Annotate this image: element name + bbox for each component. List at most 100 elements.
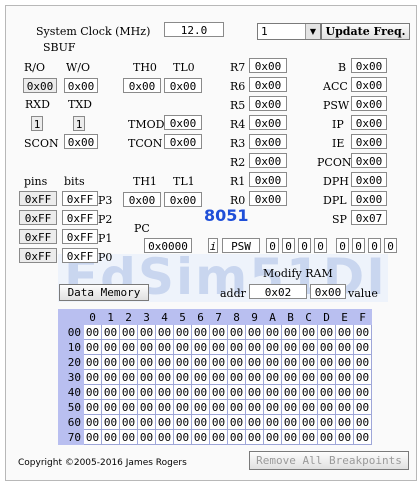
- sfr-input-pcon[interactable]: 0x00: [351, 153, 387, 168]
- memory-cell[interactable]: 00: [119, 429, 138, 445]
- memory-cell[interactable]: 00: [227, 399, 246, 415]
- memory-cell[interactable]: 00: [101, 429, 120, 445]
- memory-cell[interactable]: 00: [155, 324, 174, 340]
- memory-cell[interactable]: 00: [281, 354, 300, 370]
- memory-cell[interactable]: 00: [227, 339, 246, 355]
- psw-bit-2[interactable]: 0: [352, 238, 365, 253]
- memory-cell[interactable]: 00: [191, 414, 210, 430]
- memory-cell[interactable]: 00: [173, 369, 192, 385]
- memory-cell[interactable]: 00: [137, 384, 156, 400]
- memory-cell[interactable]: 00: [317, 429, 336, 445]
- memory-cell[interactable]: 00: [155, 429, 174, 445]
- reg-input-r6[interactable]: 0x00: [249, 77, 287, 92]
- memory-cell[interactable]: 00: [245, 399, 264, 415]
- scon-input[interactable]: 0x00: [64, 134, 98, 149]
- port-p1-bits[interactable]: 0xFF: [62, 229, 98, 244]
- memory-cell[interactable]: 00: [101, 339, 120, 355]
- memory-cell[interactable]: 00: [155, 339, 174, 355]
- memory-cell[interactable]: 00: [119, 384, 138, 400]
- memory-cell[interactable]: 00: [83, 414, 102, 430]
- memory-cell[interactable]: 00: [335, 429, 354, 445]
- memory-cell[interactable]: 00: [353, 354, 372, 370]
- ram-value-input[interactable]: 0x00: [310, 284, 346, 299]
- sfr-input-acc[interactable]: 0x00: [351, 77, 387, 92]
- tl1-input[interactable]: 0x00: [164, 192, 202, 207]
- memory-cell[interactable]: 00: [83, 369, 102, 385]
- sfr-input-b[interactable]: 0x00: [351, 58, 387, 73]
- memory-cell[interactable]: 00: [281, 414, 300, 430]
- sfr-input-ip[interactable]: 0x00: [351, 115, 387, 130]
- memory-cell[interactable]: 00: [299, 324, 318, 340]
- memory-cell[interactable]: 00: [101, 369, 120, 385]
- memory-cell[interactable]: 00: [209, 324, 228, 340]
- memory-cell[interactable]: 00: [245, 324, 264, 340]
- memory-cell[interactable]: 00: [209, 339, 228, 355]
- memory-cell[interactable]: 00: [245, 384, 264, 400]
- memory-cell[interactable]: 00: [173, 429, 192, 445]
- memory-cell[interactable]: 00: [191, 384, 210, 400]
- memory-cell[interactable]: 00: [299, 354, 318, 370]
- memory-cell[interactable]: 00: [83, 354, 102, 370]
- memory-cell[interactable]: 00: [245, 429, 264, 445]
- memory-cell[interactable]: 00: [227, 429, 246, 445]
- reg-input-r3[interactable]: 0x00: [249, 134, 287, 149]
- memory-cell[interactable]: 00: [245, 369, 264, 385]
- psw-bit-4[interactable]: 0: [314, 238, 327, 253]
- memory-cell[interactable]: 00: [353, 414, 372, 430]
- tcon-input[interactable]: 0x00: [164, 134, 202, 149]
- memory-cell[interactable]: 00: [317, 354, 336, 370]
- memory-cell[interactable]: 00: [173, 339, 192, 355]
- memory-cell[interactable]: 00: [209, 384, 228, 400]
- memory-cell[interactable]: 00: [299, 339, 318, 355]
- sfr-input-sp[interactable]: 0x07: [351, 210, 387, 225]
- memory-cell[interactable]: 00: [263, 399, 282, 415]
- memory-cell[interactable]: 00: [263, 429, 282, 445]
- reg-input-r4[interactable]: 0x00: [249, 115, 287, 130]
- memory-cell[interactable]: 00: [101, 354, 120, 370]
- memory-cell[interactable]: 00: [353, 384, 372, 400]
- memory-cell[interactable]: 00: [137, 429, 156, 445]
- memory-cell[interactable]: 00: [155, 369, 174, 385]
- memory-cell[interactable]: 00: [83, 324, 102, 340]
- sbuf-wo-input[interactable]: 0x00: [64, 78, 98, 93]
- memory-cell[interactable]: 00: [191, 354, 210, 370]
- memory-cell[interactable]: 00: [335, 339, 354, 355]
- update-freq-select[interactable]: 1 ▼: [257, 23, 321, 40]
- port-p3-bits[interactable]: 0xFF: [62, 191, 98, 206]
- memory-cell[interactable]: 00: [299, 384, 318, 400]
- memory-cell[interactable]: 00: [173, 384, 192, 400]
- psw-bit-6[interactable]: 0: [282, 238, 295, 253]
- th1-input[interactable]: 0x00: [123, 192, 161, 207]
- port-p0-bits[interactable]: 0xFF: [62, 248, 98, 263]
- memory-cell[interactable]: 00: [227, 324, 246, 340]
- memory-cell[interactable]: 00: [299, 414, 318, 430]
- memory-cell[interactable]: 00: [137, 324, 156, 340]
- reg-input-r1[interactable]: 0x00: [249, 172, 287, 187]
- psw-bit-0[interactable]: 0: [384, 238, 397, 253]
- memory-cell[interactable]: 00: [155, 399, 174, 415]
- memory-cell[interactable]: 00: [227, 354, 246, 370]
- memory-cell[interactable]: 00: [119, 399, 138, 415]
- memory-cell[interactable]: 00: [137, 414, 156, 430]
- remove-breakpoints-button[interactable]: Remove All Breakpoints: [249, 451, 409, 470]
- memory-cell[interactable]: 00: [245, 339, 264, 355]
- data-memory-button[interactable]: Data Memory: [59, 284, 149, 301]
- memory-cell[interactable]: 00: [227, 414, 246, 430]
- memory-cell[interactable]: 00: [317, 414, 336, 430]
- ram-addr-input[interactable]: 0x02: [249, 284, 307, 299]
- memory-cell[interactable]: 00: [83, 384, 102, 400]
- memory-cell[interactable]: 00: [83, 339, 102, 355]
- memory-cell[interactable]: 00: [83, 399, 102, 415]
- memory-cell[interactable]: 00: [137, 354, 156, 370]
- memory-cell[interactable]: 00: [191, 399, 210, 415]
- memory-cell[interactable]: 00: [353, 339, 372, 355]
- memory-cell[interactable]: 00: [353, 399, 372, 415]
- memory-cell[interactable]: 00: [119, 339, 138, 355]
- memory-cell[interactable]: 00: [281, 324, 300, 340]
- psw-bit-3[interactable]: 0: [336, 238, 349, 253]
- sfr-input-ie[interactable]: 0x00: [351, 134, 387, 149]
- reg-input-r7[interactable]: 0x00: [249, 58, 287, 73]
- memory-cell[interactable]: 00: [335, 324, 354, 340]
- memory-cell[interactable]: 00: [335, 354, 354, 370]
- memory-cell[interactable]: 00: [227, 384, 246, 400]
